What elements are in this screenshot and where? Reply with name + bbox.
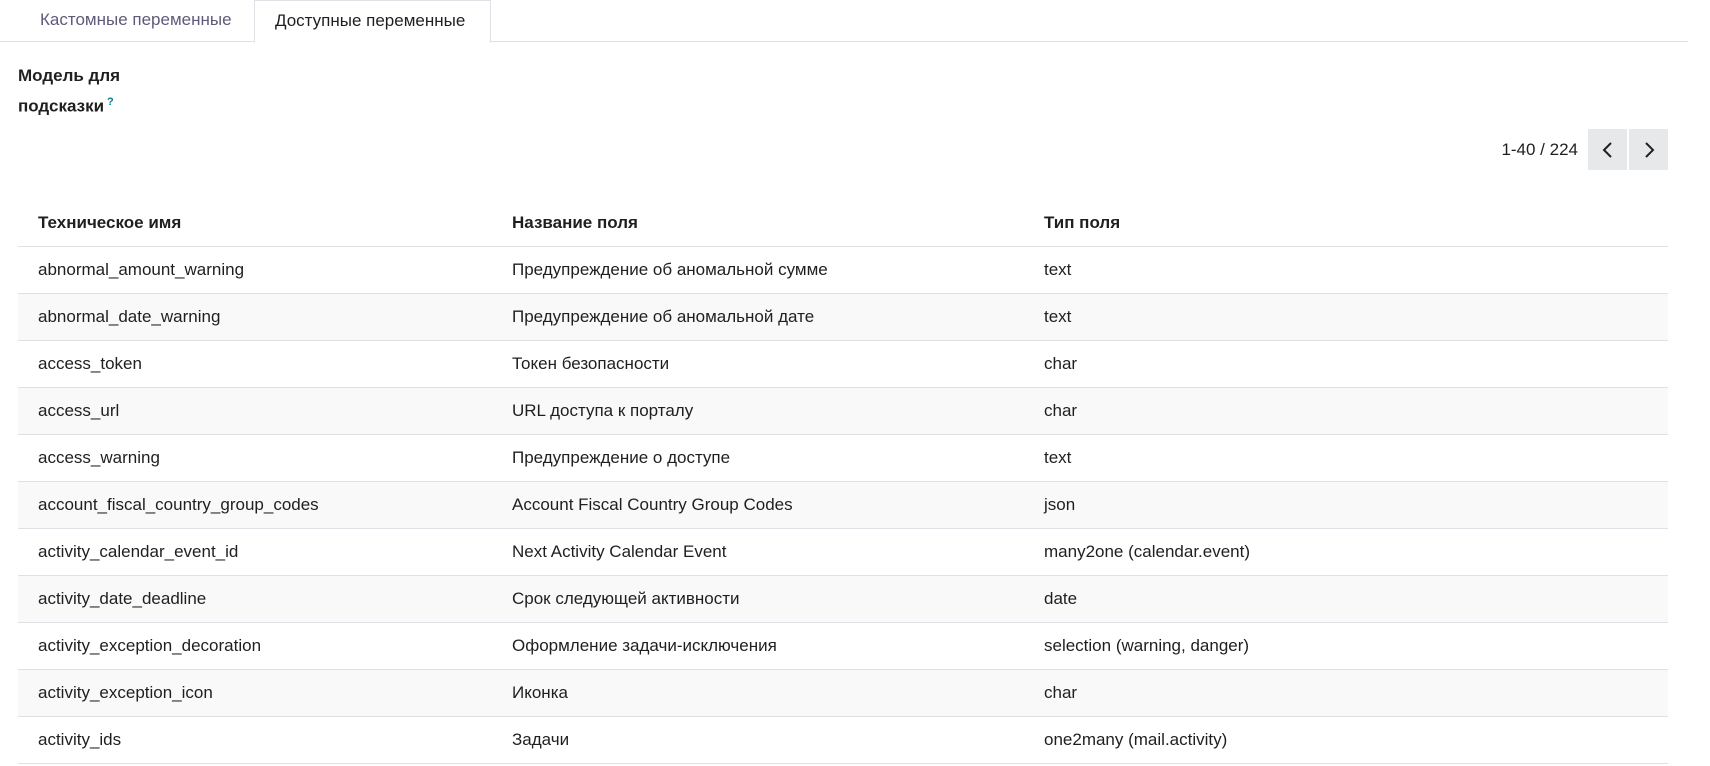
table-row[interactable]: account_fiscal_country_group_codes Accou… <box>18 481 1668 529</box>
model-label-line1: Модель для <box>18 66 121 85</box>
field-name-cell: Задачи <box>492 716 1024 764</box>
chevron-left-icon <box>1602 141 1612 158</box>
tab-custom-variables[interactable]: Кастомные переменные <box>20 0 252 42</box>
table-body: abnormal_amount_warning Предупреждение о… <box>18 246 1668 764</box>
table-row[interactable]: abnormal_amount_warning Предупреждение о… <box>18 246 1668 294</box>
field-name-cell: URL доступа к порталу <box>492 387 1024 435</box>
field-name-cell: Предупреждение об аномальной сумме <box>492 246 1024 294</box>
field-name-cell: Next Activity Calendar Event <box>492 528 1024 576</box>
technical-name-cell: access_warning <box>18 434 492 482</box>
chevron-right-icon <box>1644 141 1654 158</box>
scrollbar-gutter[interactable] <box>1688 0 1710 766</box>
model-field-label: Модель для подсказки? <box>18 63 120 120</box>
field-type-cell: text <box>1024 293 1668 341</box>
field-type-cell: text <box>1024 246 1668 294</box>
pager-previous-button[interactable] <box>1588 129 1627 170</box>
tab-bar: Кастомные переменные Доступные переменны… <box>0 0 1688 43</box>
technical-name-cell: activity_exception_icon <box>18 669 492 717</box>
field-name-cell: Оформление задачи-исключения <box>492 622 1024 670</box>
field-name-cell: Account Fiscal Country Group Codes <box>492 481 1024 529</box>
help-tooltip-icon[interactable]: ? <box>107 96 114 108</box>
technical-name-cell: activity_calendar_event_id <box>18 528 492 576</box>
table-header-row: Техническое имя Название поля Тип поля <box>18 200 1668 247</box>
field-name-cell: Иконка <box>492 669 1024 717</box>
table-row[interactable]: activity_exception_icon Иконка char <box>18 669 1668 717</box>
tab-available-variables[interactable]: Доступные переменные <box>254 0 491 43</box>
table-row[interactable]: access_token Токен безопасности char <box>18 340 1668 388</box>
field-type-cell: char <box>1024 340 1668 388</box>
field-type-cell: many2one (calendar.event) <box>1024 528 1668 576</box>
technical-name-cell: access_token <box>18 340 492 388</box>
field-name-cell: Срок следующей активности <box>492 575 1024 623</box>
field-name-cell: Предупреждение о доступе <box>492 434 1024 482</box>
field-type-cell: selection (warning, danger) <box>1024 622 1668 670</box>
table-row[interactable]: activity_date_deadline Срок следующей ак… <box>18 575 1668 623</box>
technical-name-cell: activity_date_deadline <box>18 575 492 623</box>
table-row[interactable]: abnormal_date_warning Предупреждение об … <box>18 293 1668 341</box>
field-name-cell: Предупреждение об аномальной дате <box>492 293 1024 341</box>
table-row[interactable]: activity_exception_decoration Оформление… <box>18 622 1668 670</box>
technical-name-cell: abnormal_amount_warning <box>18 246 492 294</box>
column-header-field-type[interactable]: Тип поля <box>1024 200 1668 247</box>
column-header-field-name[interactable]: Название поля <box>492 200 1024 247</box>
field-type-cell: date <box>1024 575 1668 623</box>
pager-value[interactable]: 1-40 / 224 <box>1501 140 1578 160</box>
column-header-technical-name[interactable]: Техническое имя <box>18 200 492 247</box>
field-type-cell: char <box>1024 669 1668 717</box>
table-row[interactable]: activity_calendar_event_id Next Activity… <box>18 528 1668 576</box>
variables-table: Техническое имя Название поля Тип поля a… <box>18 200 1668 764</box>
field-type-cell: char <box>1024 387 1668 435</box>
table-row[interactable]: access_warning Предупреждение о доступе … <box>18 434 1668 482</box>
available-variables-panel: Кастомные переменные Доступные переменны… <box>0 0 1688 766</box>
field-type-cell: text <box>1024 434 1668 482</box>
technical-name-cell: abnormal_date_warning <box>18 293 492 341</box>
field-type-cell: one2many (mail.activity) <box>1024 716 1668 764</box>
field-type-cell: json <box>1024 481 1668 529</box>
technical-name-cell: account_fiscal_country_group_codes <box>18 481 492 529</box>
technical-name-cell: access_url <box>18 387 492 435</box>
model-label-line2: подсказки <box>18 96 105 116</box>
table-row[interactable]: access_url URL доступа к порталу char <box>18 387 1668 435</box>
pager-next-button[interactable] <box>1629 129 1668 170</box>
pager: 1-40 / 224 <box>1501 129 1668 170</box>
technical-name-cell: activity_exception_decoration <box>18 622 492 670</box>
technical-name-cell: activity_ids <box>18 716 492 764</box>
field-name-cell: Токен безопасности <box>492 340 1024 388</box>
table-row[interactable]: activity_ids Задачи one2many (mail.activ… <box>18 716 1668 764</box>
